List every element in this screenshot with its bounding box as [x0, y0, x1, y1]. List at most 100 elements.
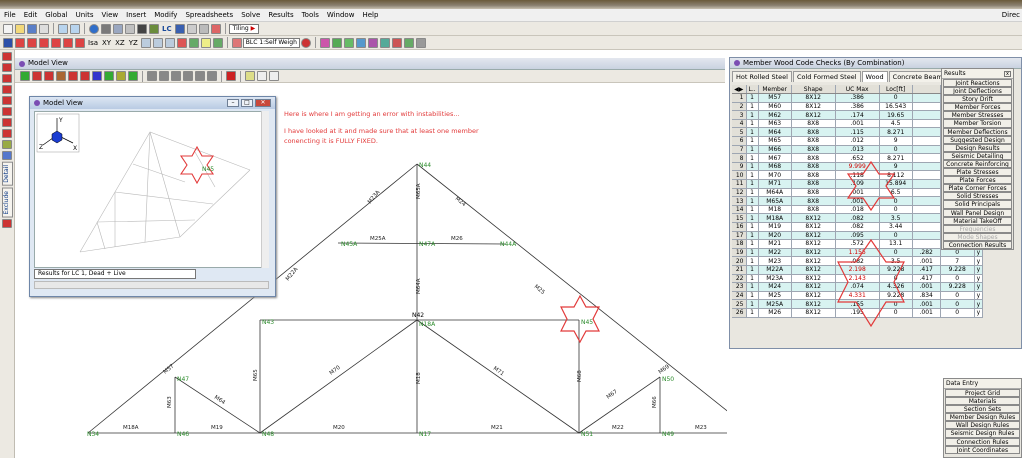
stress-icon[interactable]: [343, 37, 354, 48]
save-icon[interactable]: [27, 23, 37, 34]
data-entry-item[interactable]: Joint Coordinates: [945, 445, 1020, 454]
local-axes-icon[interactable]: [92, 71, 102, 81]
draw-member-icon[interactable]: [32, 71, 42, 81]
tab-hot-rolled-steel[interactable]: Hot Rolled Steel: [732, 71, 792, 82]
results-menu-item[interactable]: Plate Corner Forces: [943, 184, 1012, 193]
xz-view-button[interactable]: XZ: [115, 39, 125, 47]
animate-icon[interactable]: [415, 37, 426, 48]
deflection-icon[interactable]: [319, 37, 330, 48]
menu-edit[interactable]: Edit: [20, 11, 42, 19]
lock-select-icon[interactable]: [195, 71, 205, 81]
data-entry-item[interactable]: Wall Design Rules: [945, 421, 1020, 430]
select-box-icon[interactable]: [147, 71, 157, 81]
model-view-popup-titlebar[interactable]: Model View – □ ✕: [30, 97, 275, 109]
row-nav-arrows[interactable]: ◀▶: [732, 85, 747, 95]
equals-icon[interactable]: [174, 23, 185, 34]
print-icon[interactable]: [39, 23, 49, 34]
iso-view-canvas[interactable]: N45 Y X Z: [34, 111, 269, 268]
lock-icon[interactable]: [2, 151, 12, 160]
new-icon[interactable]: [3, 23, 13, 34]
menu-help[interactable]: Help: [358, 11, 382, 19]
tiling-dropdown[interactable]: Tiling ▶: [228, 23, 260, 34]
loads-icon[interactable]: [300, 37, 311, 48]
modify-icon[interactable]: [2, 63, 12, 72]
menu-file[interactable]: File: [0, 11, 20, 19]
column-header[interactable]: UC Max: [835, 85, 880, 95]
draw-icon[interactable]: [2, 52, 12, 61]
axial-icon[interactable]: [391, 37, 402, 48]
window-icon[interactable]: [3, 37, 13, 48]
joints-icon[interactable]: [56, 71, 66, 81]
results-menu-item[interactable]: Solid Principals: [943, 200, 1012, 209]
load-display-icon[interactable]: [231, 37, 242, 48]
results-menu-item[interactable]: Plate Stresses: [943, 168, 1012, 177]
chart-icon[interactable]: [355, 37, 366, 48]
column-header[interactable]: L..: [746, 85, 759, 95]
delete-icon[interactable]: [226, 71, 236, 81]
boundary-icon[interactable]: [2, 129, 12, 138]
plates-icon[interactable]: [44, 71, 54, 81]
rotate-y-icon[interactable]: [63, 37, 73, 48]
filter-icon[interactable]: [207, 71, 217, 81]
tab-cold-formed-steel[interactable]: Cold Formed Steel: [792, 71, 861, 82]
horizontal-scrollbar[interactable]: [34, 281, 269, 289]
zoom-in-icon[interactable]: [140, 37, 151, 48]
loads-display-icon[interactable]: [104, 71, 114, 81]
menu-spreadsheets[interactable]: Spreadsheets: [181, 11, 237, 19]
results-display-icon[interactable]: [128, 71, 138, 81]
member-results-icon[interactable]: [331, 37, 342, 48]
print-view-icon[interactable]: [257, 71, 267, 81]
results-menu-item[interactable]: Connection Results: [943, 240, 1012, 249]
data-entry-item[interactable]: Materials: [945, 397, 1020, 406]
select-all-icon[interactable]: [183, 71, 193, 81]
menu-global[interactable]: Global: [41, 11, 71, 19]
data-entry-item[interactable]: Project Grid: [945, 389, 1020, 398]
rotate-x-icon[interactable]: [51, 37, 61, 48]
results-menu-item[interactable]: Solid Stresses: [943, 192, 1012, 201]
rotate-z-icon[interactable]: [75, 37, 85, 48]
results-menu-item[interactable]: Member Forces: [943, 103, 1012, 112]
results-menu-item[interactable]: Mode Shapes: [943, 232, 1012, 241]
column-header[interactable]: [912, 85, 941, 95]
close-button[interactable]: ✕: [255, 99, 271, 107]
menu-right-label[interactable]: Direc: [998, 11, 1022, 19]
results-menu-item[interactable]: Wall Panel Design: [943, 208, 1012, 217]
clone-icon[interactable]: [200, 37, 211, 48]
window-icon[interactable]: [198, 23, 209, 34]
undo-view-icon[interactable]: [27, 37, 37, 48]
close-icon[interactable]: x: [1004, 70, 1011, 77]
solve-icon[interactable]: [89, 23, 99, 34]
full-model-icon[interactable]: [176, 37, 187, 48]
table-icon[interactable]: [113, 23, 123, 34]
isometric-view-button[interactable]: Isa: [88, 39, 98, 47]
menu-modify[interactable]: Modify: [150, 11, 181, 19]
model-view-popup[interactable]: Model View – □ ✕ N45 Y X Z Results for L…: [29, 96, 276, 297]
load-combination-button[interactable]: LC: [162, 25, 172, 33]
minimize-button[interactable]: –: [227, 99, 239, 107]
wall-icon[interactable]: [2, 118, 12, 127]
menu-units[interactable]: Units: [72, 11, 98, 19]
joint-icon[interactable]: [2, 85, 12, 94]
results-menu-item[interactable]: Joint Deflections: [943, 87, 1012, 96]
results-menu-item[interactable]: Story Drift: [943, 95, 1012, 104]
refresh-icon[interactable]: [39, 37, 49, 48]
results-menu-item[interactable]: Member Stresses: [943, 111, 1012, 120]
menu-results[interactable]: Results: [264, 11, 297, 19]
menu-insert[interactable]: Insert: [122, 11, 150, 19]
menu-window[interactable]: Window: [323, 11, 359, 19]
label-icon[interactable]: [245, 71, 255, 81]
plate-icon[interactable]: [2, 107, 12, 116]
results-menu-item[interactable]: Joint Reactions: [943, 79, 1012, 88]
moment-icon[interactable]: [367, 37, 378, 48]
yz-view-button[interactable]: YZ: [129, 39, 138, 47]
unselect-icon[interactable]: [159, 71, 169, 81]
select-icon[interactable]: [2, 74, 12, 83]
results-menu-item[interactable]: Concrete Reinforcing: [943, 159, 1012, 169]
results-menu-item[interactable]: Seismic Detailing: [943, 151, 1012, 160]
column-header[interactable]: Member: [758, 85, 792, 95]
vertical-scrollbar[interactable]: [261, 111, 269, 268]
grid-icon[interactable]: [101, 23, 111, 34]
member-draw-icon[interactable]: [2, 96, 12, 105]
results-menu-item[interactable]: Member Deflections: [943, 127, 1012, 136]
snap-icon[interactable]: [188, 37, 199, 48]
